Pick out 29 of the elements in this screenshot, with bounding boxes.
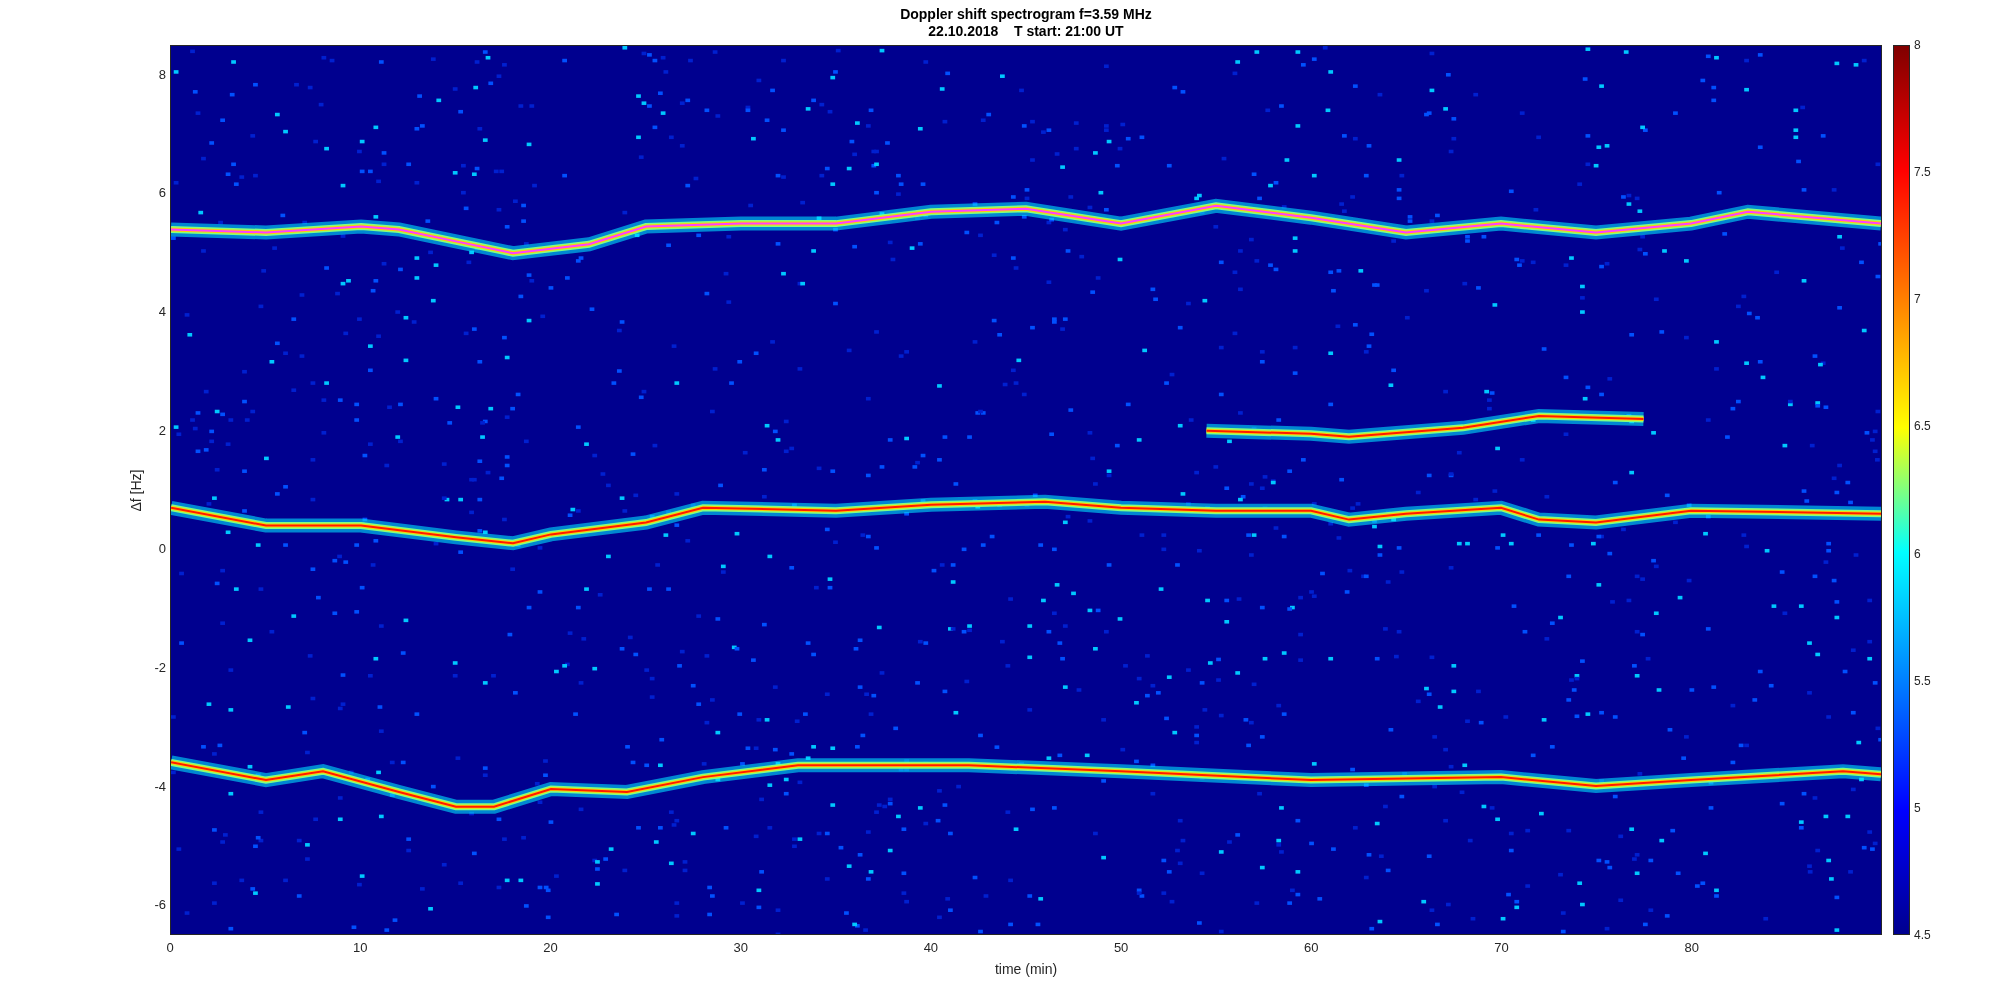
colorbar-tick-label: 8 (1914, 38, 1921, 52)
y-tick-label: 8 (158, 67, 166, 82)
colorbar-tick-label: 4.5 (1914, 928, 1931, 942)
x-tick-label: 50 (1113, 941, 1129, 955)
colorbar-tick-label: 5 (1914, 801, 1921, 815)
y-tick-label: 2 (158, 423, 166, 438)
colorbar-tick-label: 6.5 (1914, 419, 1931, 433)
y-tick-label: 4 (158, 305, 166, 319)
y-tick-label: -6 (154, 898, 166, 913)
y-tick-label: 0 (158, 542, 166, 557)
y-tick-label: -2 (154, 661, 166, 675)
x-tick-label: 60 (1304, 941, 1319, 955)
y-axis-label: Δf [Hz] (126, 469, 145, 511)
x-axis-label: time (min) (994, 960, 1058, 979)
colorbar-tick-label: 7 (1914, 292, 1921, 306)
colorbar-tick-label: 6 (1914, 547, 1921, 561)
chart-title: 22.10.2018 T start: 21:00 UT (928, 22, 1124, 40)
y-tick-label: 6 (158, 186, 166, 201)
x-tick-label: 20 (543, 941, 558, 955)
x-tick-label: 70 (1494, 941, 1509, 955)
y-tick-label: -4 (154, 779, 166, 794)
chart-title: Doppler shift spectrogram f=3.59 MHz (900, 5, 1152, 23)
x-tick-label: 80 (1684, 941, 1699, 955)
colorbar-tick-label: 5.5 (1914, 674, 1931, 688)
x-tick-label: 0 (166, 941, 174, 955)
x-tick-label: 10 (353, 941, 368, 955)
colorbar-tick-label: 7.5 (1914, 165, 1931, 179)
x-tick-label: 30 (733, 941, 748, 955)
x-tick-label: 40 (923, 941, 939, 955)
